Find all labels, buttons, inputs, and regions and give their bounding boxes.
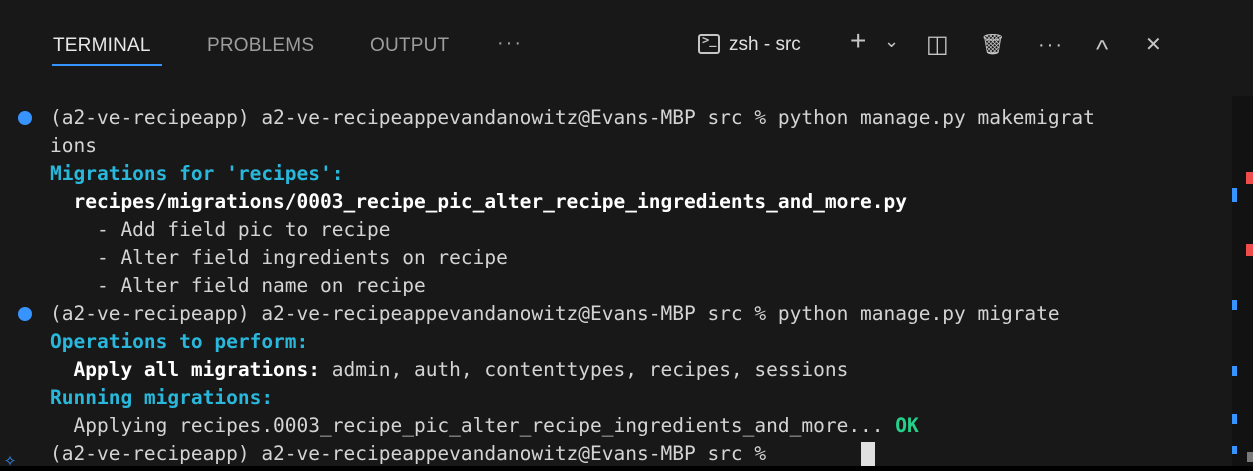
terminal-scrollbar[interactable] <box>1232 96 1253 466</box>
terminal-line: (a2-ve-recipeapp) a2-ve-recipeappevandan… <box>50 106 1095 129</box>
terminal-line: Applying recipes.0003_recipe_pic_alter_r… <box>50 414 919 437</box>
terminal-line: Operations to perform: <box>50 330 309 353</box>
command-success-decoration-icon[interactable] <box>18 307 32 321</box>
command-success-decoration-icon[interactable] <box>18 111 32 125</box>
terminal-line: - Alter field name on recipe <box>50 274 426 297</box>
terminal-cursor <box>861 442 875 466</box>
scrollbar-marker <box>1232 414 1237 424</box>
terminal-panel: TERMINAL PROBLEMS OUTPUT ··· >_ zsh - sr… <box>0 0 1253 471</box>
terminal-line: Running migrations: <box>50 386 274 409</box>
terminal-line: - Alter field ingredients on recipe <box>50 246 508 269</box>
terminal-prompt-line: (a2-ve-recipeapp) a2-ve-recipeappevandan… <box>50 442 778 465</box>
scrollbar-error-marker <box>1246 244 1253 256</box>
scrollbar-error-marker <box>1246 172 1253 184</box>
terminal-line: Apply all migrations: admin, auth, conte… <box>50 358 849 381</box>
scrollbar-marker <box>1232 188 1237 202</box>
sparkle-icon[interactable]: ✧ <box>4 447 16 471</box>
scrollbar-marker <box>1232 446 1237 454</box>
scrollbar-marker <box>1232 366 1237 376</box>
scrollbar-cursor-marker <box>1247 452 1253 462</box>
terminal-line: recipes/migrations/0003_recipe_pic_alter… <box>50 190 908 213</box>
terminal-line: Migrations for 'recipes': <box>50 162 344 185</box>
terminal-line: - Add field pic to recipe <box>50 218 391 241</box>
terminal-line: ions <box>50 134 97 157</box>
terminal-output[interactable]: (a2-ve-recipeapp) a2-ve-recipeappevandan… <box>0 0 1253 471</box>
terminal-line: (a2-ve-recipeapp) a2-ve-recipeappevandan… <box>50 302 1060 325</box>
scrollbar-marker <box>1232 300 1237 310</box>
